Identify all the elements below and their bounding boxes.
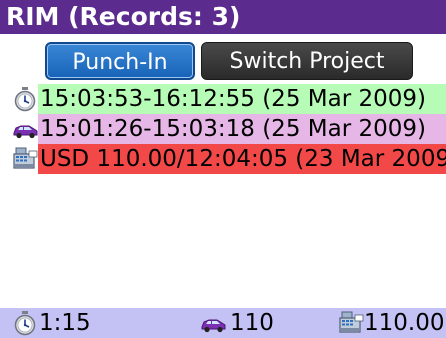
record-row-mileage[interactable]: 15:01:26-15:03:18 (25 Mar 2009) <box>0 114 446 144</box>
app-screen: RIM (Records: 3) Punch-In Switch Project… <box>0 0 446 338</box>
record-text: 15:03:53-16:12:55 (25 Mar 2009) <box>38 84 446 114</box>
time-total-value: 1:15 <box>39 310 91 336</box>
record-row-expense[interactable]: USD 110.00/12:04:05 (23 Mar 2009) <box>0 144 446 174</box>
switch-project-button[interactable]: Switch Project <box>201 42 413 80</box>
app-title: RIM (Records: 3) <box>6 2 241 31</box>
car-icon <box>200 310 226 336</box>
title-bar: RIM (Records: 3) <box>0 0 446 35</box>
car-icon <box>12 116 38 142</box>
cash-register-icon <box>12 146 38 172</box>
mileage-total-value: 110 <box>230 310 274 336</box>
expense-total-value: 110.00 <box>364 310 445 336</box>
record-row-time[interactable]: 15:03:53-16:12:55 (25 Mar 2009) <box>0 84 446 114</box>
record-text: 15:01:26-15:03:18 (25 Mar 2009) <box>38 114 446 144</box>
stopwatch-icon <box>12 86 38 112</box>
punch-in-button[interactable]: Punch-In <box>45 42 195 80</box>
stopwatch-icon <box>12 310 38 336</box>
record-text: USD 110.00/12:04:05 (23 Mar 2009) <box>38 144 446 174</box>
cash-register-icon <box>338 310 364 336</box>
toolbar: Punch-In Switch Project <box>0 34 446 84</box>
status-bar: 1:15 110 110.00 <box>0 308 446 338</box>
